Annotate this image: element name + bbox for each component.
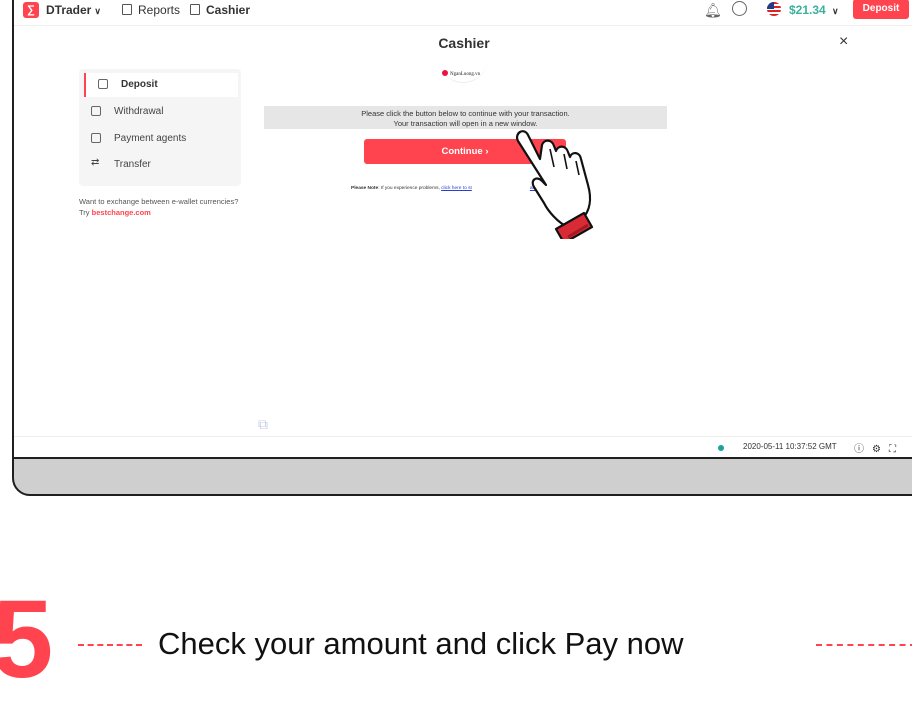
modal-title: Cashier	[438, 35, 490, 51]
fullscreen-icon[interactable]: ⛶	[889, 444, 904, 455]
platform-switcher[interactable]: DTrader ∨	[46, 3, 101, 17]
chevron-down-icon: ∨	[94, 6, 101, 16]
balance-chevron-icon: ∨	[832, 6, 839, 16]
pointing-hand-icon	[516, 130, 594, 239]
close-icon[interactable]: ×	[839, 33, 848, 51]
continue-label: Continue	[441, 146, 483, 157]
settings-icon[interactable]: ⚙	[872, 444, 889, 455]
nav-reports[interactable]: Reports	[122, 3, 180, 17]
us-flag-icon[interactable]	[767, 2, 781, 16]
browser-screen: ∑ DTrader ∨ Reports Cashier 🔔︎ $21.34 ∨ D…	[14, 0, 912, 459]
step-number: 5	[0, 578, 54, 701]
nav-reports-label: Reports	[138, 3, 181, 17]
note-label: Please Note	[351, 186, 379, 191]
payment-provider-logo-frame	[438, 52, 488, 83]
step-instruction: Check your amount and click Pay now	[158, 626, 684, 661]
deposit-button[interactable]: Deposit	[853, 0, 909, 19]
nav-cashier-label: Cashier	[206, 3, 251, 17]
nav-cashier[interactable]: Cashier	[190, 3, 250, 17]
sidebar-item-label: Payment agents	[114, 133, 187, 144]
chat-icon[interactable]: ⧉	[258, 416, 278, 436]
payment-agents-icon	[91, 133, 101, 143]
cashier-icon	[190, 4, 200, 15]
account-icon[interactable]	[732, 1, 747, 16]
dtrader-logo-icon[interactable]: ∑	[23, 2, 39, 18]
footer-controls: ⓘ⚙⛶	[854, 440, 904, 455]
bestchange-link[interactable]: bestchange.com	[92, 208, 151, 217]
message-line-1: Please click the button below to continu…	[361, 109, 570, 118]
laptop-frame: ∑ DTrader ∨ Reports Cashier 🔔︎ $21.34 ∨ D…	[12, 0, 912, 496]
notification-bell-icon[interactable]: 🔔︎	[704, 2, 722, 19]
note-link[interactable]: click here to st	[441, 186, 472, 191]
sidebar-item-label: Deposit	[121, 79, 158, 90]
balance-value: $21.34	[789, 3, 826, 17]
server-time: 2020-05-11 10:37:52 GMT	[743, 442, 837, 451]
cashier-sidebar: Deposit Withdrawal Payment agents ⇄ Tran…	[79, 69, 241, 186]
footer-divider	[14, 436, 912, 437]
step-divider-left	[78, 644, 142, 646]
exchange-hint: Want to exchange between e-wallet curren…	[79, 196, 239, 218]
account-balance[interactable]: $21.34 ∨	[789, 3, 839, 17]
withdrawal-icon	[91, 106, 101, 116]
chevron-right-icon: ›	[485, 146, 489, 157]
sidebar-item-label: Transfer	[114, 159, 151, 170]
payment-provider-logo: NganLuong.vn	[442, 70, 480, 77]
deposit-icon	[98, 79, 108, 89]
sidebar-item-payment-agents[interactable]: Payment agents	[79, 127, 241, 151]
top-header: ∑ DTrader ∨ Reports Cashier 🔔︎ $21.34 ∨ D…	[14, 0, 912, 24]
sidebar-item-transfer[interactable]: ⇄ Transfer	[79, 153, 241, 177]
note-text: : If you experience problems,	[378, 186, 440, 191]
platform-name: DTrader	[46, 3, 92, 17]
provider-logo-text: NganLuong.vn	[450, 72, 481, 77]
help-icon[interactable]: ⓘ	[854, 444, 872, 455]
header-divider	[14, 25, 912, 26]
reports-icon	[122, 4, 132, 15]
provider-logo-icon	[442, 70, 448, 76]
connection-status-icon	[718, 445, 724, 451]
sidebar-item-withdrawal[interactable]: Withdrawal	[79, 100, 241, 124]
sidebar-item-label: Withdrawal	[114, 106, 164, 117]
step-divider-right	[816, 644, 912, 646]
transfer-icon: ⇄	[91, 157, 100, 168]
sidebar-item-deposit[interactable]: Deposit	[84, 73, 238, 97]
